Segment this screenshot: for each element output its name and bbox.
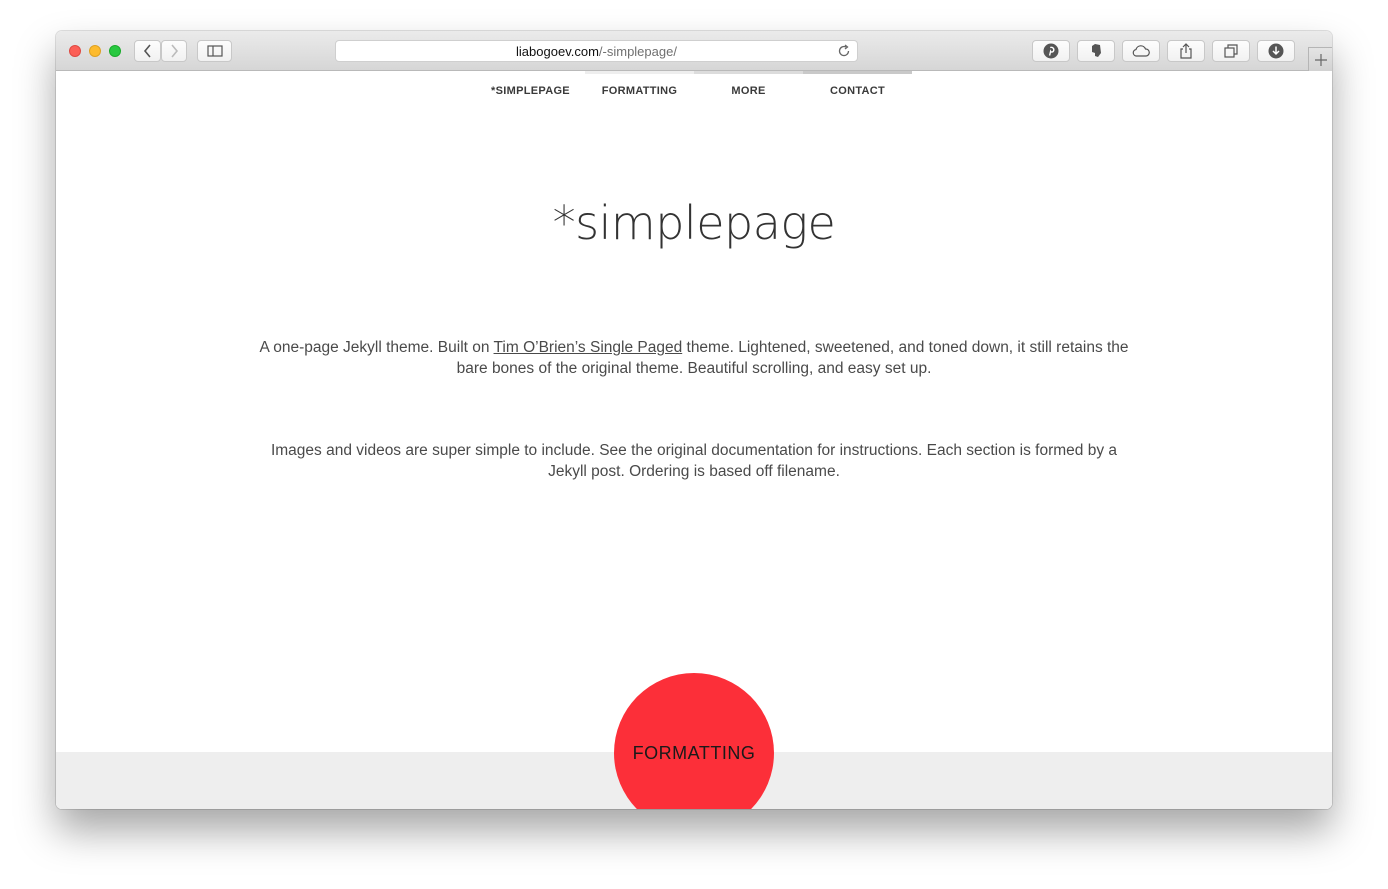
pinterest-button[interactable] [1032,40,1070,62]
nav-item-simplepage[interactable]: *SIMPLEPAGE [476,71,585,111]
browser-toolbar: liabogoev.com/-simplepage/ [56,31,1332,71]
new-tab-button[interactable] [1308,47,1332,71]
minimize-window-button[interactable] [89,45,101,57]
nav-item-more[interactable]: MORE [694,71,803,111]
maximize-window-button[interactable] [109,45,121,57]
address-bar[interactable]: liabogoev.com/-simplepage/ [335,40,858,62]
page-content: *SIMPLEPAGE FORMATTING MORE CONTACT *sim… [56,71,1332,809]
url-host: liabogoev.com [516,43,599,59]
nav-bar-contact [803,71,912,74]
nav-item-formatting[interactable]: FORMATTING [585,71,694,111]
single-paged-link[interactable]: Tim O’Brien’s Single Paged [494,339,683,356]
tabs-overview-button[interactable] [1212,40,1250,62]
nav-bar-more [694,71,803,74]
downloads-button[interactable] [1257,40,1295,62]
site-nav: *SIMPLEPAGE FORMATTING MORE CONTACT [476,71,912,111]
forward-button[interactable] [161,40,187,62]
intro-text-start: A one-page Jekyll theme. Built on [259,339,494,356]
sidebar-icon [206,45,223,57]
downloads-icon [1268,43,1284,59]
formatting-section-label: FORMATTING [632,742,756,763]
url-path: /-simplepage/ [598,43,677,59]
nav-item-contact[interactable]: CONTACT [803,71,912,111]
forward-icon [171,44,179,58]
tabs-icon [1224,44,1238,58]
browser-window: liabogoev.com/-simplepage/ *SIMPLEPAGE F… [56,31,1332,809]
nav-label-contact: CONTACT [829,85,886,97]
formatting-section-button[interactable]: FORMATTING [614,673,774,809]
page-title: *simplepage [552,196,836,250]
intro-paragraph: A one-page Jekyll theme. Built on Tim O’… [256,337,1132,379]
sidebar-button[interactable] [197,40,232,62]
cloud-icon [1132,45,1150,57]
share-button[interactable] [1167,40,1205,62]
share-icon [1180,43,1192,59]
details-paragraph: Images and videos are super simple to in… [270,442,1118,480]
pinterest-icon [1043,43,1059,59]
back-button[interactable] [134,40,161,62]
reload-icon[interactable] [837,44,851,58]
nav-label-simplepage: *SIMPLEPAGE [491,85,570,97]
nav-bar-simplepage [476,71,585,74]
nav-bar-formatting [585,71,694,74]
evernote-button[interactable] [1077,40,1115,62]
icloud-button[interactable] [1122,40,1160,62]
nav-label-formatting: FORMATTING [601,85,678,97]
new-tab-icon [1314,53,1327,66]
nav-label-more: MORE [731,85,766,97]
back-icon [143,44,151,58]
evernote-icon [1092,44,1101,57]
close-window-button[interactable] [69,45,81,57]
